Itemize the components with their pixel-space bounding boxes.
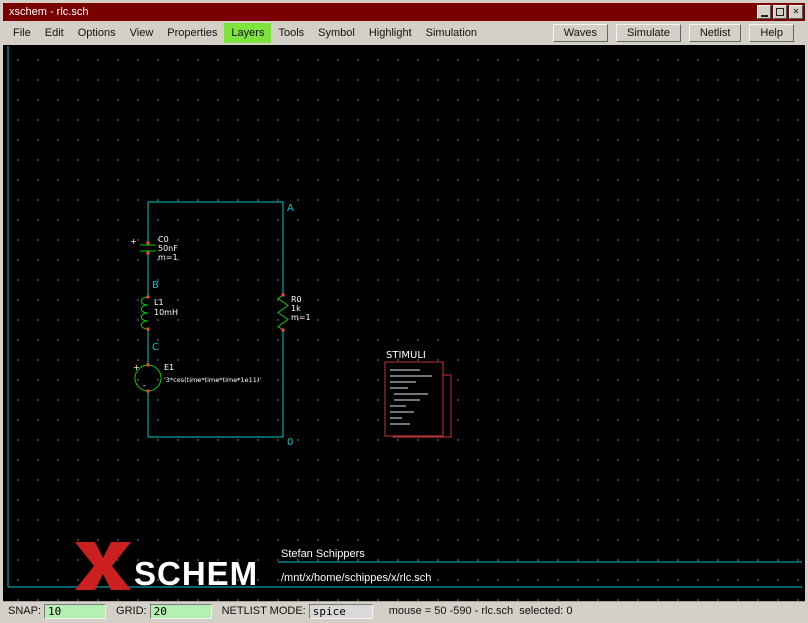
menu-options[interactable]: Options — [71, 23, 123, 43]
vsource-e1[interactable]: + - E1 '3*cos(time*time*time*1e11)' — [133, 363, 261, 391]
mouse-status-text: mouse = 50 -590 - rlc.sch selected: 0 — [389, 605, 573, 617]
minimize-button[interactable] — [757, 5, 771, 19]
stimuli-front-rect — [385, 362, 443, 436]
schematic-svg: + C0 50nF m=1 L1 10mH + - E1 '3*cos(time… — [3, 45, 805, 601]
menu-file[interactable]: File — [6, 23, 38, 43]
grid-input[interactable] — [150, 604, 212, 619]
statusbar: SNAP: GRID: NETLIST MODE: mouse = 50 -59… — [3, 601, 805, 620]
sheet-frame — [8, 46, 802, 587]
netlist-button[interactable]: Netlist — [689, 24, 742, 42]
waves-button[interactable]: Waves — [553, 24, 608, 42]
menu-layers[interactable]: Layers — [224, 23, 271, 43]
minimize-icon — [761, 15, 768, 17]
maximize-button[interactable] — [773, 5, 787, 19]
resistor-r0[interactable]: R0 1k m=1 — [278, 295, 311, 330]
inductor-ref: L1 — [154, 298, 164, 307]
resistor-ref: R0 — [291, 295, 302, 304]
stimuli-block[interactable]: STIMULI — [385, 350, 451, 437]
help-button[interactable]: Help — [749, 24, 794, 42]
stimuli-title: STIMULI — [386, 350, 426, 361]
netlist-mode-label: NETLIST MODE: — [222, 605, 306, 617]
capacitor-ref: C0 — [158, 235, 169, 244]
net-label-c[interactable]: C — [152, 342, 159, 353]
menu-highlight[interactable]: Highlight — [362, 23, 419, 43]
inductor-value: 10mH — [154, 308, 178, 317]
schematic-canvas[interactable]: + C0 50nF m=1 L1 10mH + - E1 '3*cos(time… — [3, 45, 805, 601]
menu-simulation[interactable]: Simulation — [419, 23, 484, 43]
simulate-button[interactable]: Simulate — [616, 24, 681, 42]
author-text: Stefan Schippers — [281, 548, 365, 560]
capacitor-plus-sign: + — [130, 237, 137, 246]
close-icon: ✕ — [793, 8, 800, 16]
menu-view[interactable]: View — [123, 23, 161, 43]
vsource-ref: E1 — [164, 363, 174, 372]
maximize-icon — [776, 8, 784, 16]
net-label-b[interactable]: B — [152, 280, 159, 291]
close-button[interactable]: ✕ — [789, 5, 803, 19]
net-label-ground[interactable]: 0 — [287, 437, 293, 448]
capacitor-value: 50nF — [158, 244, 178, 253]
window-title: xschem - rlc.sch — [9, 6, 88, 18]
capacitor-c0[interactable]: + C0 50nF m=1 — [130, 235, 178, 262]
titlebar[interactable]: xschem - rlc.sch ✕ — [3, 3, 805, 21]
menu-properties[interactable]: Properties — [160, 23, 224, 43]
window-controls: ✕ — [757, 5, 803, 19]
vsource-plus-sign: + — [133, 363, 140, 372]
snap-label: SNAP: — [8, 605, 41, 617]
netlist-mode-input[interactable] — [309, 604, 373, 619]
xschem-logo-text: SCHEM — [134, 555, 258, 592]
menu-tools[interactable]: Tools — [271, 23, 311, 43]
snap-input[interactable] — [44, 604, 106, 619]
xschem-logo-x-icon — [75, 542, 131, 590]
menubar: File Edit Options View Properties Layers… — [3, 21, 805, 45]
menu-edit[interactable]: Edit — [38, 23, 71, 43]
schematic-path-text: /mnt/x/home/schippes/x/rlc.sch — [281, 572, 431, 584]
titleblock: SCHEM Stefan Schippers /mnt/x/home/schip… — [75, 542, 431, 592]
resistor-value: 1k — [291, 304, 301, 313]
menu-symbol[interactable]: Symbol — [311, 23, 362, 43]
capacitor-mult: m=1 — [158, 253, 178, 262]
grid-label: GRID: — [116, 605, 147, 617]
resistor-mult: m=1 — [291, 313, 311, 322]
xschem-window: xschem - rlc.sch ✕ File Edit Options Vie… — [0, 0, 808, 623]
net-label-a[interactable]: A — [287, 203, 294, 214]
vsource-value: '3*cos(time*time*time*1e11)' — [164, 376, 261, 384]
inductor-l1[interactable]: L1 10mH — [141, 297, 178, 329]
vsource-minus-sign: - — [143, 381, 146, 390]
